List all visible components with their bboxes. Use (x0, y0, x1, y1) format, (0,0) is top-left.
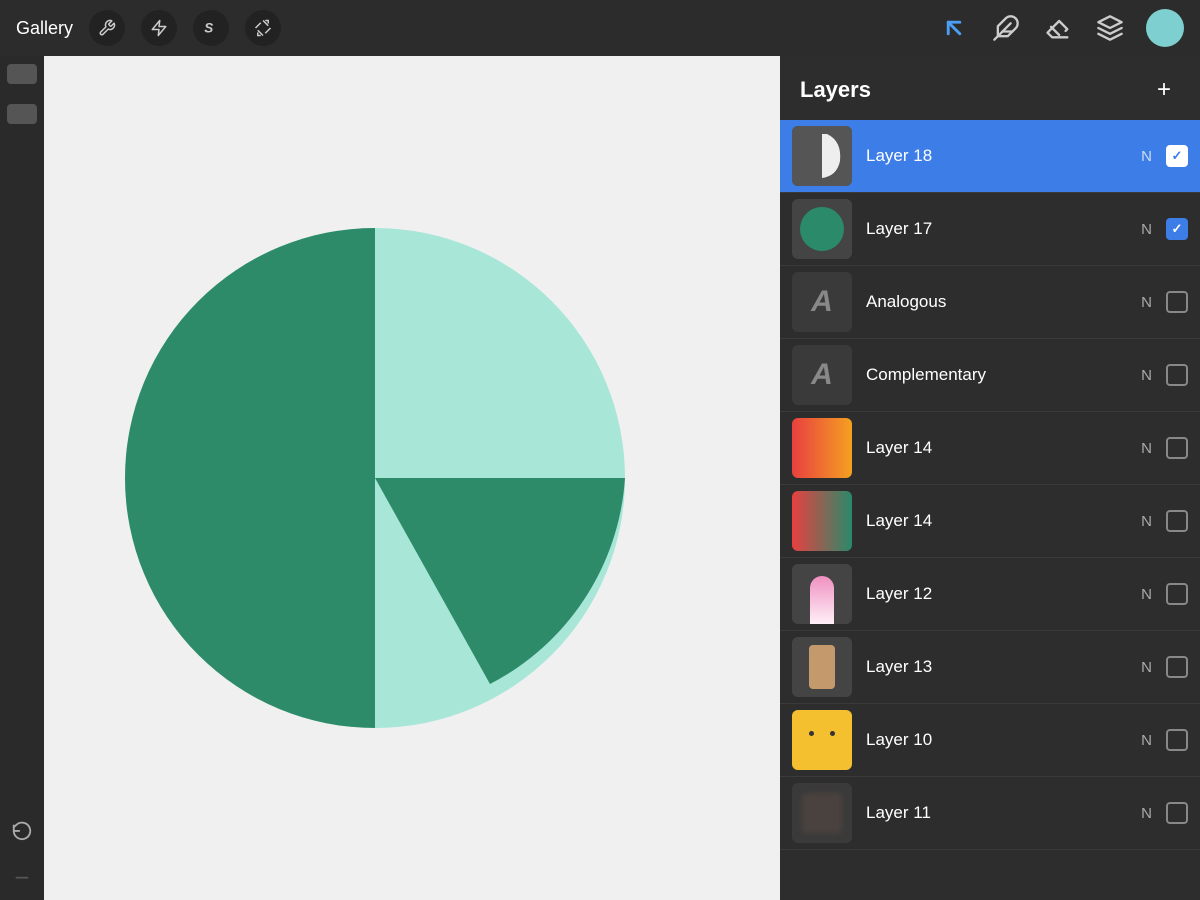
layer-visibility-checkbox[interactable] (1166, 291, 1188, 313)
layer-mode: N (1141, 294, 1152, 311)
layer-visibility-checkbox[interactable] (1166, 437, 1188, 459)
layers-panel: Layers + Layer 18 N ✓ (780, 56, 1200, 900)
panel-title: Layers (800, 77, 871, 103)
layer-mode: N (1141, 513, 1152, 530)
layer-name: Layer 14 (866, 438, 1141, 458)
layer-name: Layer 10 (866, 730, 1141, 750)
layer-visibility-checkbox[interactable] (1166, 729, 1188, 751)
avatar[interactable] (1146, 9, 1184, 47)
layer-thumbnail (792, 126, 852, 186)
pen-tool-icon[interactable] (938, 12, 970, 44)
layer-row[interactable]: Layer 13 N (780, 631, 1200, 704)
color-swatch-button[interactable] (7, 64, 37, 84)
layer-thumbnail: A (792, 272, 852, 332)
gradient-mixed-thumb (792, 491, 852, 551)
layer-thumbnail (792, 199, 852, 259)
svg-text:S: S (204, 21, 213, 36)
layer-visibility-checkbox[interactable] (1166, 656, 1188, 678)
layer-mode: N (1141, 440, 1152, 457)
layer-mode: N (1141, 148, 1152, 165)
eraser-tool-icon[interactable] (1042, 12, 1074, 44)
layers-list: Layer 18 N ✓ Layer 17 N ✓ (780, 120, 1200, 900)
layer-visibility-checkbox[interactable] (1166, 583, 1188, 605)
layer-row[interactable]: Layer 17 N ✓ (780, 193, 1200, 266)
checkmark-icon: ✓ (1172, 221, 1183, 237)
layer-thumbnail (792, 637, 852, 697)
layer-thumbnail (792, 491, 852, 551)
layer-visibility-checkbox[interactable]: ✓ (1166, 218, 1188, 240)
layer-visibility-checkbox[interactable] (1166, 510, 1188, 532)
letter-thumb: A (811, 358, 833, 392)
layer-mode: N (1141, 586, 1152, 603)
layer-mode: N (1141, 367, 1152, 384)
layer-thumbnail (792, 783, 852, 843)
layer-name: Layer 14 (866, 511, 1141, 531)
green-circle-thumb (800, 207, 844, 251)
layer-row[interactable]: Layer 11 N (780, 777, 1200, 850)
undo-button[interactable] (4, 812, 40, 848)
canvas-area (44, 56, 780, 900)
layer-name: Layer 13 (866, 657, 1141, 677)
layer-visibility-checkbox[interactable]: ✓ (1166, 145, 1188, 167)
gradient-red-thumb (792, 418, 852, 478)
layer-row[interactable]: Layer 10 N (780, 704, 1200, 777)
topbar: Gallery S (0, 0, 1200, 56)
layer-name: Complementary (866, 365, 1141, 385)
redo-button[interactable] (4, 856, 40, 892)
secondary-color-button[interactable] (7, 104, 37, 124)
layer-thumbnail (792, 418, 852, 478)
wrench-icon-button[interactable] (89, 10, 125, 46)
layer-thumbnail (792, 710, 852, 770)
layer-name: Layer 12 (866, 584, 1141, 604)
layer-thumbnail: A (792, 345, 852, 405)
layer-visibility-checkbox[interactable] (1166, 802, 1188, 824)
nib-tool-icon[interactable] (990, 12, 1022, 44)
gallery-button[interactable]: Gallery (16, 18, 73, 39)
layer-mode: N (1141, 221, 1152, 238)
layer-mode: N (1141, 805, 1152, 822)
topbar-right (938, 9, 1184, 47)
layers-tool-icon[interactable] (1094, 12, 1126, 44)
topbar-left: Gallery S (16, 10, 281, 46)
layer-row[interactable]: Layer 12 N (780, 558, 1200, 631)
layer-name: Layer 17 (866, 219, 1141, 239)
layer-thumbnail (792, 564, 852, 624)
layer-row[interactable]: A Complementary N (780, 339, 1200, 412)
pie-chart (115, 218, 635, 738)
layer-visibility-checkbox[interactable] (1166, 364, 1188, 386)
adjust-icon-button[interactable] (141, 10, 177, 46)
layer-name: Layer 18 (866, 146, 1141, 166)
left-toolbar (0, 56, 44, 900)
checkmark-icon: ✓ (1172, 148, 1183, 164)
layer-mode: N (1141, 732, 1152, 749)
selection-icon-button[interactable]: S (193, 10, 229, 46)
panel-header: Layers + (780, 56, 1200, 120)
main-area: Layers + Layer 18 N ✓ (0, 56, 1200, 900)
layer-row[interactable]: Layer 18 N ✓ (780, 120, 1200, 193)
layer-name: Analogous (866, 292, 1141, 312)
layer-row[interactable]: Layer 14 N (780, 412, 1200, 485)
letter-thumb: A (811, 285, 833, 319)
layer-mode: N (1141, 659, 1152, 676)
transform-icon-button[interactable] (245, 10, 281, 46)
layer-row[interactable]: A Analogous N (780, 266, 1200, 339)
layer-name: Layer 11 (866, 803, 1141, 823)
layer-row[interactable]: Layer 14 N (780, 485, 1200, 558)
add-layer-button[interactable]: + (1148, 74, 1180, 106)
